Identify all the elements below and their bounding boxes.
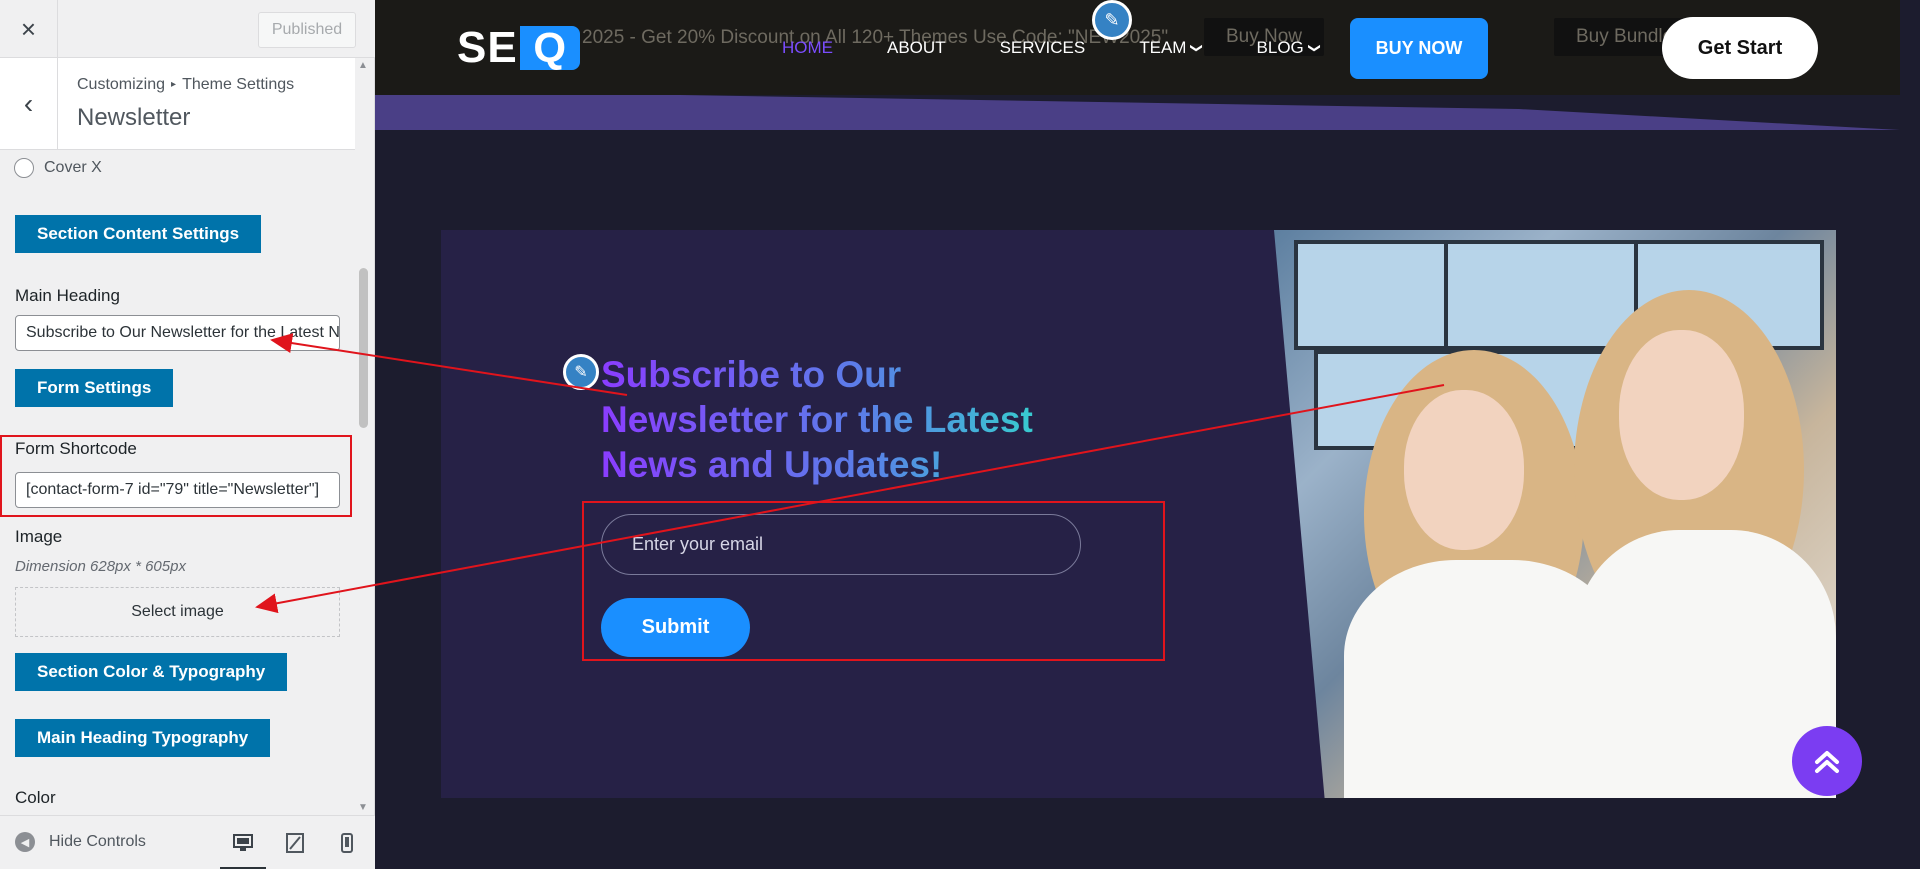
- scroll-down-icon[interactable]: ▼: [358, 802, 368, 813]
- nav-team[interactable]: TEAM ❯: [1139, 38, 1205, 58]
- buy-now-button[interactable]: BUY NOW: [1350, 18, 1488, 79]
- mobile-preview-icon[interactable]: [334, 830, 360, 856]
- hide-controls-button[interactable]: ◀ Hide Controls: [15, 832, 146, 852]
- hide-controls-label: Hide Controls: [49, 833, 146, 850]
- customizer-footer: ◀ Hide Controls: [0, 815, 375, 869]
- app-window: × Published ‹ Customizing ▸ Theme Settings…: [0, 0, 1920, 869]
- background-screen: [1294, 240, 1454, 350]
- image-label: Image: [15, 527, 63, 546]
- section-header: ‹ Customizing ▸ Theme Settings Newsletter: [0, 58, 355, 150]
- main-heading-label: Main Heading: [15, 286, 120, 305]
- published-button[interactable]: Published: [258, 12, 356, 48]
- site-preview: 2025 - Get 20% Discount on All 120+ Them…: [375, 0, 1900, 869]
- email-input[interactable]: Enter your email: [601, 514, 1081, 575]
- desktop-preview-icon[interactable]: [220, 830, 266, 869]
- chevron-down-icon: ❯: [1190, 42, 1205, 54]
- section-title: Newsletter: [77, 104, 191, 131]
- nav-blog[interactable]: BLOG ❯: [1256, 38, 1322, 58]
- form-settings-button[interactable]: Form Settings: [15, 369, 174, 407]
- close-icon[interactable]: ×: [0, 0, 58, 58]
- controls-panel: Cover X Section Content Settings Main He…: [0, 150, 355, 815]
- nav-label: HOME: [782, 38, 833, 57]
- newsletter-heading: Subscribe to Our Newsletter for the Late…: [601, 352, 1081, 487]
- breadcrumb-parent: Theme Settings: [182, 76, 295, 93]
- nav-about[interactable]: ABOUT: [887, 38, 946, 58]
- customizer-topbar: × Published: [0, 0, 375, 58]
- logo-accent: Q: [519, 24, 580, 71]
- sidebar-scrollbar[interactable]: ▲ ▼: [355, 58, 373, 815]
- nav-label: ABOUT: [887, 38, 946, 57]
- person-face: [1404, 390, 1524, 550]
- edit-shortcut-pencil-icon[interactable]: ✎: [1092, 0, 1132, 40]
- scrollbar-thumb[interactable]: [359, 268, 368, 428]
- main-heading-typography-button[interactable]: Main Heading Typography: [15, 719, 271, 757]
- color-label: Color: [15, 788, 56, 807]
- section-color-typography-button[interactable]: Section Color & Typography: [15, 653, 288, 691]
- logo-text: SE: [457, 23, 518, 72]
- hide-controls-icon: ◀: [15, 832, 35, 852]
- customizer-sidebar: × Published ‹ Customizing ▸ Theme Settings…: [0, 0, 375, 869]
- breadcrumb-separator-icon: ▸: [171, 79, 177, 90]
- nav-label: SERVICES: [999, 38, 1086, 57]
- get-start-button[interactable]: Get Start: [1662, 17, 1818, 79]
- nav-label: BLOG: [1256, 38, 1304, 57]
- person-face: [1619, 330, 1744, 500]
- tablet-preview-icon[interactable]: [282, 830, 308, 856]
- nav-label: TEAM: [1139, 38, 1187, 57]
- form-shortcode-input[interactable]: [contact-form-7 id="79" title="Newslette…: [15, 472, 340, 508]
- radio-option-cover-x[interactable]: Cover X: [14, 158, 102, 178]
- submit-button[interactable]: Submit: [601, 598, 750, 657]
- breadcrumb-root: Customizing: [77, 76, 166, 93]
- radio-label: Cover X: [44, 159, 102, 176]
- newsletter-image: [1274, 230, 1836, 798]
- form-shortcode-label: Form Shortcode: [15, 439, 137, 458]
- back-icon[interactable]: ‹: [0, 58, 58, 150]
- chevron-down-icon: ❯: [1307, 42, 1322, 54]
- nav-home[interactable]: HOME: [782, 38, 833, 58]
- breadcrumb: Customizing ▸ Theme Settings: [77, 76, 294, 94]
- nav-services[interactable]: SERVICES: [1000, 38, 1086, 58]
- edit-heading-pencil-icon[interactable]: ✎: [563, 354, 599, 390]
- radio-button[interactable]: [14, 158, 34, 178]
- double-chevron-up-icon[interactable]: [1792, 726, 1862, 796]
- image-dimension-hint: Dimension 628px * 605px: [15, 558, 186, 575]
- site-logo[interactable]: SE Q: [457, 23, 580, 72]
- scroll-up-icon[interactable]: ▲: [358, 60, 368, 71]
- section-content-settings-button[interactable]: Section Content Settings: [15, 215, 262, 253]
- main-heading-input[interactable]: Subscribe to Our Newsletter for the Late…: [15, 315, 340, 351]
- select-image-button[interactable]: Select image: [15, 587, 340, 637]
- site-header: 2025 - Get 20% Discount on All 120+ Them…: [375, 0, 1900, 95]
- main-nav: HOME ABOUT SERVICES TEAM ❯ BLOG ❯: [782, 38, 1374, 58]
